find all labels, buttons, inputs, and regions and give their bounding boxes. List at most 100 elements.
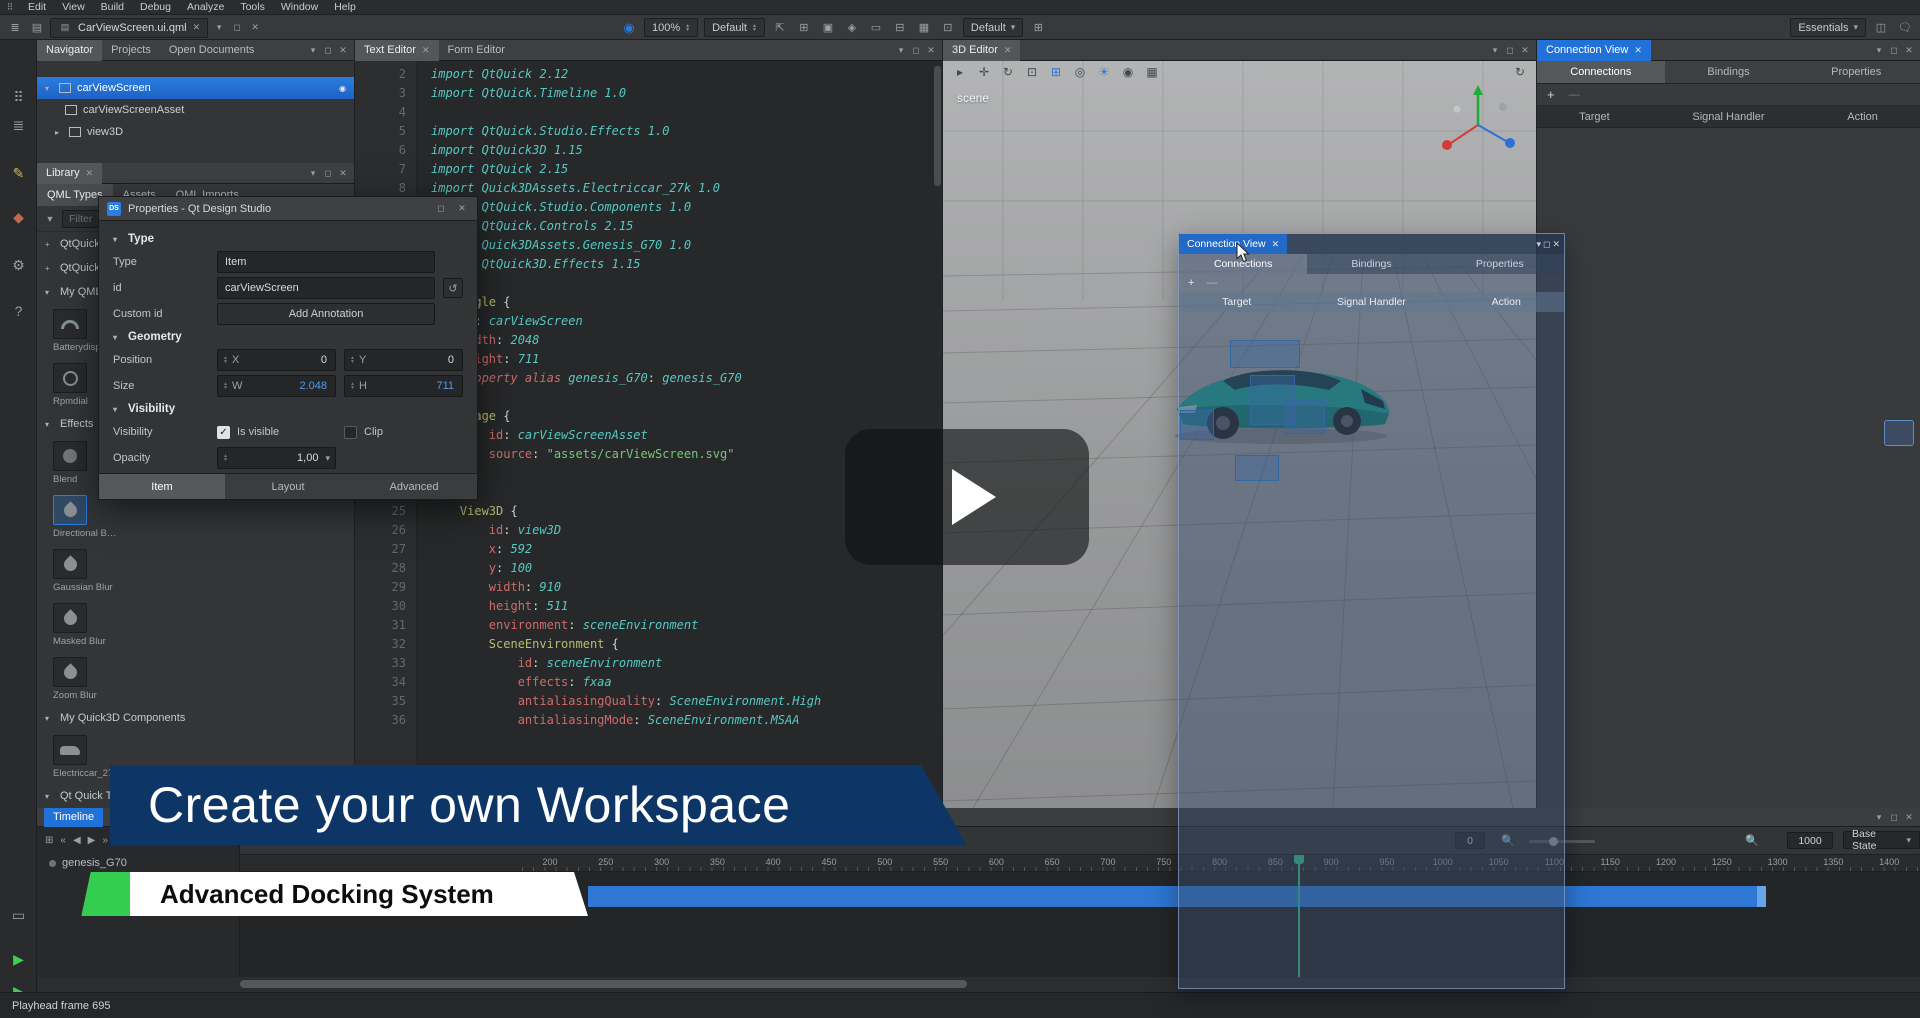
- run-icon[interactable]: ▶: [0, 944, 37, 974]
- scale-tool-icon[interactable]: ⊡: [1023, 63, 1041, 81]
- library-item-zoom-blur[interactable]: Zoom Blur: [37, 652, 354, 706]
- document-tab[interactable]: ▤ CarViewScreen.ui.qml ✕: [50, 18, 208, 38]
- move-tool-icon[interactable]: ✛: [975, 63, 993, 81]
- collapse-icon[interactable]: ▾: [113, 405, 121, 414]
- tab-layout[interactable]: Layout: [225, 474, 351, 499]
- size-h-stepper[interactable]: ▲▼ H 711: [344, 375, 463, 397]
- grid-view-icon[interactable]: ▦: [915, 20, 933, 36]
- library-item-gaussian-blur[interactable]: Gaussian Blur: [37, 544, 354, 598]
- play-icon[interactable]: ▶: [88, 835, 96, 846]
- add-connection-icon[interactable]: +: [1547, 87, 1555, 102]
- size-w-stepper[interactable]: ▲▼ W 2.048: [217, 375, 336, 397]
- panel-menu-icon[interactable]: ▾: [1872, 42, 1886, 58]
- to-end-icon[interactable]: »: [102, 835, 108, 846]
- is-visible-checkbox[interactable]: ✓: [217, 426, 230, 439]
- zoom-stepper-icon[interactable]: ▲▼: [685, 24, 690, 32]
- collapse-icon[interactable]: ▾: [113, 333, 121, 342]
- theme-select[interactable]: Default ▾: [963, 18, 1023, 37]
- collapse-icon[interactable]: ▾: [113, 235, 121, 244]
- local-global-toggle-icon[interactable]: ◎: [1071, 63, 1089, 81]
- tab-form-editor[interactable]: Form Editor: [439, 40, 514, 61]
- tab-3d-editor[interactable]: 3D Editor ✕: [943, 40, 1020, 61]
- tab-connections[interactable]: Connections: [1537, 61, 1665, 83]
- close-panel-icon[interactable]: ✕: [924, 42, 938, 58]
- tab-bindings[interactable]: Bindings: [1307, 254, 1435, 274]
- remove-connection-icon[interactable]: —: [1206, 277, 1217, 289]
- tree-item-carviewscreenasset[interactable]: carViewScreenAsset: [37, 99, 354, 121]
- state-select[interactable]: Base State ▾: [1843, 831, 1920, 849]
- menu-view[interactable]: View: [54, 0, 93, 15]
- record-icon[interactable]: ◉: [620, 20, 638, 36]
- section-visibility-header[interactable]: ▾ Visibility: [113, 399, 463, 419]
- add-annotation-button[interactable]: Add Annotation: [217, 303, 435, 325]
- split-view-icon[interactable]: ◫: [1872, 20, 1890, 36]
- tab-advanced[interactable]: Advanced: [351, 474, 477, 499]
- column-action[interactable]: Action: [1805, 111, 1920, 123]
- eye-icon[interactable]: ◉: [339, 84, 346, 93]
- tab-text-editor[interactable]: Text Editor ✕: [355, 40, 439, 61]
- reset-id-icon[interactable]: ↺: [443, 278, 463, 298]
- tab-item[interactable]: Item: [99, 474, 225, 499]
- clip-checkbox[interactable]: [344, 426, 357, 439]
- close-panel-icon[interactable]: ✕: [1902, 42, 1916, 58]
- section-type-header[interactable]: ▾ Type: [113, 229, 463, 249]
- kit-select[interactable]: Essentials ▾: [1790, 18, 1866, 37]
- tab-connection-view[interactable]: Connection View ✕: [1537, 40, 1651, 61]
- split-document-icon[interactable]: ◻: [230, 20, 244, 36]
- ghost-tab-connection-view[interactable]: Connection View ✕: [1179, 234, 1287, 254]
- close-tab-icon[interactable]: ✕: [1272, 239, 1280, 250]
- timeline-ruler[interactable]: 2002503003504004505005506006507007508008…: [37, 855, 1920, 872]
- frame-icon[interactable]: ▣: [819, 20, 837, 36]
- stepper-arrows-icon[interactable]: ▲▼: [223, 382, 228, 390]
- stepper-arrows-icon[interactable]: ▲▼: [223, 454, 228, 462]
- export-icon[interactable]: ⇱: [771, 20, 789, 36]
- outline-icon[interactable]: ⊡: [939, 20, 957, 36]
- stepper-arrows-icon[interactable]: ▲▼: [223, 356, 228, 364]
- id-field[interactable]: carViewScreen: [217, 277, 435, 299]
- tab-bindings[interactable]: Bindings: [1665, 61, 1793, 83]
- axis-gizmo[interactable]: [1433, 81, 1523, 165]
- column-target[interactable]: Target: [1537, 111, 1652, 123]
- close-tab-icon[interactable]: ✕: [86, 168, 94, 179]
- tab-library[interactable]: Library ✕: [37, 163, 102, 184]
- camera-toggle-icon[interactable]: ◉: [1119, 63, 1137, 81]
- menu-help[interactable]: Help: [326, 0, 364, 15]
- section-geometry-header[interactable]: ▾ Geometry: [113, 327, 463, 347]
- stepper-arrows-icon[interactable]: ▲▼: [350, 382, 355, 390]
- column-signal-handler[interactable]: Signal Handler: [1652, 111, 1805, 123]
- panel-menu-icon[interactable]: ▾: [1488, 42, 1502, 58]
- end-frame-field[interactable]: 1000: [1787, 832, 1833, 849]
- type-field[interactable]: Item: [217, 251, 435, 273]
- snap-grid-icon[interactable]: ⊞: [795, 20, 813, 36]
- link-icon[interactable]: ◈: [843, 20, 861, 36]
- opacity-stepper[interactable]: ▲▼ 1,00 ▾: [217, 447, 336, 469]
- close-panel-icon[interactable]: ✕: [1552, 239, 1560, 250]
- video-play-button[interactable]: [845, 429, 1089, 565]
- position-y-stepper[interactable]: ▲▼ Y 0: [344, 349, 463, 371]
- app-menu-icon[interactable]: ⠿: [0, 2, 20, 13]
- toggle-left-sidebar-icon[interactable]: ≣: [6, 20, 24, 36]
- tools-wrench-icon[interactable]: ⚙: [0, 250, 37, 280]
- editor-scrollbar[interactable]: [934, 66, 941, 186]
- float-panel-icon[interactable]: ◻: [1887, 809, 1901, 825]
- opacity-dropdown-icon[interactable]: ▾: [325, 453, 330, 464]
- menu-edit[interactable]: Edit: [20, 0, 54, 15]
- close-panel-icon[interactable]: ✕: [336, 42, 350, 58]
- design-mode-icon[interactable]: ✎: [0, 158, 37, 188]
- material-mode-icon[interactable]: ◆: [0, 202, 37, 232]
- close-panel-icon[interactable]: ✕: [1902, 809, 1916, 825]
- zoom-in-icon[interactable]: 🔍: [1743, 832, 1761, 848]
- rotate-tool-icon[interactable]: ↻: [999, 63, 1017, 81]
- menu-window[interactable]: Window: [273, 0, 326, 15]
- to-start-icon[interactable]: «: [60, 835, 66, 846]
- close-tab-icon[interactable]: ✕: [1634, 45, 1642, 56]
- tab-navigator[interactable]: Navigator: [37, 40, 102, 61]
- merge-icon[interactable]: ⊟: [891, 20, 909, 36]
- timeline-section-handle[interactable]: [1757, 886, 1766, 907]
- close-tab-icon[interactable]: ✕: [422, 45, 430, 56]
- dialog-titlebar[interactable]: DS Properties - Qt Design Studio ◻ ✕: [99, 197, 477, 221]
- zoom-select[interactable]: 100% ▲▼: [644, 18, 698, 37]
- tab-projects[interactable]: Projects: [102, 40, 160, 61]
- views-icon[interactable]: ≣: [0, 110, 37, 140]
- expand-icon[interactable]: ▾: [45, 84, 53, 93]
